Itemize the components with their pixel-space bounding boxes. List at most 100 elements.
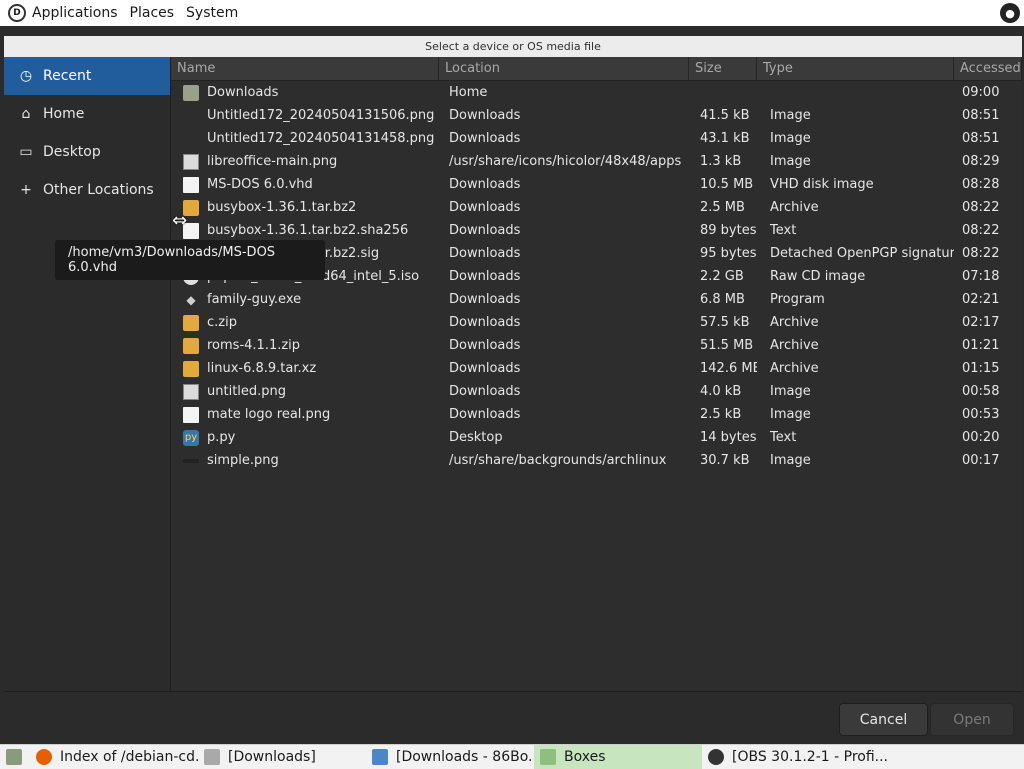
sidebar-item-label: Home — [43, 106, 85, 122]
resize-cursor-icon: ⇔ — [172, 210, 188, 231]
file-type: Archive — [770, 200, 819, 215]
file-type: VHD disk image — [770, 177, 874, 192]
file-list: Name Location Size Type Accessed Downloa… — [171, 57, 1022, 691]
file-type: Image — [770, 407, 811, 422]
folder-icon — [183, 84, 199, 101]
file-row[interactable]: Untitled172_20240504131458.png Downloads 4… — [171, 127, 1022, 150]
taskbar-item[interactable]: Index of /debian-cd... — [30, 745, 198, 769]
places-menu[interactable]: Places — [124, 0, 181, 26]
open-button[interactable]: Open — [930, 703, 1014, 736]
file-name: Untitled172_20240504131506.png — [207, 108, 435, 123]
document-icon — [183, 176, 199, 193]
file-row[interactable]: simple.png/usr/share/backgrounds/archlin… — [171, 449, 1022, 472]
file-location: Downloads — [449, 361, 521, 376]
file-name: busybox-1.36.1.tar.bz2 — [207, 200, 357, 215]
file-row[interactable]: ◆ family-guy.exe Downloads 6.8 MB Program 02:… — [171, 288, 1022, 311]
file-name: busybox-1.36.1.tar.bz2.sha256 — [207, 223, 409, 238]
file-accessed: 08:22 — [962, 246, 1000, 261]
taskbar-item[interactable]: Boxes — [534, 745, 702, 769]
column-header-row: Name Location Size Type Accessed — [171, 57, 1022, 81]
file-type: Image — [770, 154, 811, 169]
file-name-cell: Downloads — [171, 84, 439, 101]
file-row[interactable]: py p.py Desktop 14 bytes Text 00:20 — [171, 426, 1022, 449]
file-size: 89 bytes — [700, 223, 757, 238]
file-type: Text — [770, 223, 797, 238]
sidebar-item-label: Desktop — [43, 144, 101, 160]
file-size: 10.5 MB — [700, 177, 754, 192]
column-header-size[interactable]: Size — [689, 57, 757, 80]
file-type: Detached OpenPGP signature — [770, 246, 954, 261]
file-name: untitled.png — [207, 384, 287, 399]
column-header-accessed[interactable]: Accessed — [954, 57, 1022, 80]
sidebar-item-label: Recent — [43, 68, 92, 84]
file-accessed: 01:15 — [962, 361, 1000, 376]
file-name-cell: c.zip — [171, 314, 439, 331]
file-name-cell: roms-4.1.1.zip — [171, 337, 439, 354]
python-icon: py — [183, 429, 199, 446]
sidebar-item-other-locations[interactable]: + Other Locations — [4, 171, 170, 209]
file-row[interactable]: Untitled172_20240504131506.png Downloads 4… — [171, 104, 1022, 127]
file-name-cell: busybox-1.36.1.tar.bz2 — [171, 199, 439, 216]
sidebar-item-home[interactable]: ⌂ Home — [4, 95, 170, 133]
clock-icon: ◷ — [19, 68, 33, 84]
file-name: Downloads — [207, 85, 279, 100]
sidebar-item-recent[interactable]: ◷ Recent — [4, 57, 170, 95]
file-row[interactable]: roms-4.1.1.zip Downloads 51.5 MB Archive 01:… — [171, 334, 1022, 357]
mate-logo-icon[interactable]: D — [8, 4, 26, 22]
taskbar: Index of /debian-cd... [Downloads] [Downlo… — [0, 744, 1024, 769]
dialog-title: Select a device or OS media file — [4, 36, 1022, 58]
file-size: 30.7 kB — [700, 453, 750, 468]
taskbar-item-label: [Downloads] — [228, 749, 316, 765]
column-header-name[interactable]: Name — [171, 57, 439, 80]
show-desktop-button[interactable] — [0, 745, 30, 769]
file-row[interactable]: Downloads Home 09:00 — [171, 81, 1022, 104]
file-row[interactable]: untitled.png Downloads 4.0 kB Image 00:58 — [171, 380, 1022, 403]
archive-icon — [183, 314, 199, 331]
system-menu[interactable]: System — [180, 0, 244, 26]
file-name: p.py — [207, 430, 236, 445]
taskbar-item[interactable]: [OBS 30.1.2-1 - Profi... — [702, 745, 888, 769]
file-accessed: 08:29 — [962, 154, 1000, 169]
file-name-cell: Untitled172_20240504131458.png — [171, 131, 439, 147]
file-type: Text — [770, 430, 797, 445]
file-location: /usr/share/icons/hicolor/48x48/apps — [449, 154, 682, 169]
file-accessed: 08:51 — [962, 108, 1000, 123]
file-location: Home — [449, 85, 488, 100]
sidebar-item-label: Other Locations — [43, 182, 154, 198]
file-name: c.zip — [207, 315, 237, 330]
applications-menu[interactable]: Applications — [26, 0, 124, 26]
file-name-cell: ◆ family-guy.exe — [171, 292, 439, 308]
file-row[interactable]: busybox-1.36.1.tar.bz2.sha256 Downloads 89… — [171, 219, 1022, 242]
file-name-cell: MS-DOS 6.0.vhd — [171, 176, 439, 193]
file-accessed: 09:00 — [962, 85, 1000, 100]
file-row[interactable]: busybox-1.36.1.tar.bz2 Downloads 2.5 MB Arc… — [171, 196, 1022, 219]
file-size: 6.8 MB — [700, 292, 745, 307]
file-size: 142.6 MB — [700, 361, 757, 376]
file-row[interactable]: MS-DOS 6.0.vhd Downloads 10.5 MB VHD disk i… — [171, 173, 1022, 196]
column-header-location[interactable]: Location — [439, 57, 689, 80]
file-location: Downloads — [449, 246, 521, 261]
column-header-type[interactable]: Type — [757, 57, 954, 80]
file-name-cell: simple.png — [171, 453, 439, 468]
file-size: 41.5 kB — [700, 108, 750, 123]
file-row[interactable]: mate logo real.png Downloads 2.5 kB Image 00… — [171, 403, 1022, 426]
file-location: Downloads — [449, 338, 521, 353]
task-list: Index of /debian-cd... [Downloads] [Downlo… — [30, 745, 888, 769]
file-type: Archive — [770, 338, 819, 353]
file-row[interactable]: libreoffice-main.png/usr/share/icons/hic… — [171, 150, 1022, 173]
file-row[interactable]: c.zip Downloads 57.5 kB Archive 02:17 — [171, 311, 1022, 334]
file-location: Downloads — [449, 223, 521, 238]
file-size: 2.5 MB — [700, 200, 745, 215]
file-accessed: 00:17 — [962, 453, 1000, 468]
sidebar-item-desktop[interactable]: ▭ Desktop — [4, 133, 170, 171]
folder-icon: ▭ — [19, 144, 33, 160]
taskbar-item[interactable]: [Downloads - 86Bo... — [366, 745, 534, 769]
dark-image-icon — [183, 458, 199, 463]
plus-icon: + — [20, 182, 32, 198]
file-name-cell: linux-6.8.9.tar.xz — [171, 360, 439, 377]
taskbar-item[interactable]: [Downloads] — [198, 745, 366, 769]
archive-icon — [183, 360, 199, 377]
obs-tray-icon[interactable]: ● — [1000, 3, 1020, 23]
file-row[interactable]: linux-6.8.9.tar.xz Downloads 142.6 MB Archi… — [171, 357, 1022, 380]
cancel-button[interactable]: Cancel — [839, 703, 928, 736]
